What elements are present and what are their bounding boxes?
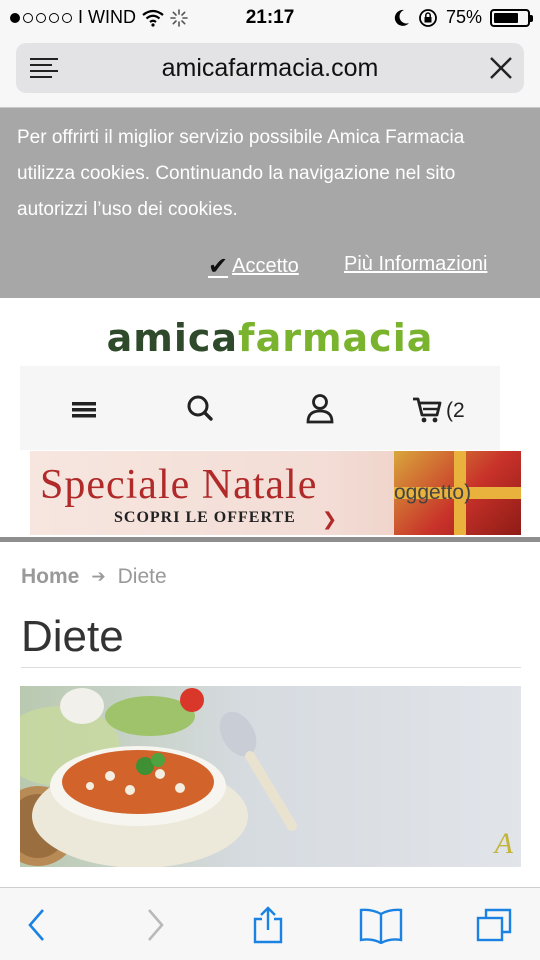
promo-title: Speciale Natale: [40, 462, 318, 508]
status-bar: I WIND 21:17 75%: [0, 0, 540, 36]
site-logo[interactable]: amicafarmacia: [0, 316, 540, 360]
site-nav-bar: (2: [20, 366, 500, 450]
cart-icon[interactable]: [408, 392, 448, 426]
url-text[interactable]: amicafarmacia.com: [16, 54, 524, 83]
breadcrumb-current: Diete: [117, 565, 167, 588]
browser-address-area: amicafarmacia.com: [0, 36, 540, 108]
browser-toolbar: [0, 887, 540, 960]
arrow-right-icon: ➔: [91, 567, 106, 586]
more-info-link[interactable]: Più Informazioni: [344, 253, 487, 276]
cart-count[interactable]: (2: [446, 399, 465, 423]
checkmark-icon: ✔: [208, 253, 229, 280]
logo-part-amica: amica: [106, 316, 239, 360]
breadcrumb: Home ➔ Diete: [21, 565, 167, 589]
cookie-banner: Per offrirti il miglior servizio possibi…: [0, 108, 540, 298]
address-bar[interactable]: amicafarmacia.com: [16, 43, 524, 93]
promo-overlay-text: oggetto): [394, 481, 472, 504]
logo-part-farmacia: farmacia: [238, 316, 434, 360]
promo-banner[interactable]: Speciale Natale SCOPRI LE OFFERTE ❯ ogge…: [30, 451, 521, 535]
chevron-right-icon: ❯: [322, 509, 338, 529]
search-icon[interactable]: [180, 392, 220, 426]
title-divider: [21, 667, 521, 668]
soup-bowl-illustration: [20, 688, 297, 867]
forward-icon[interactable]: [144, 906, 166, 944]
category-hero-image: A: [20, 686, 521, 867]
bookmarks-icon[interactable]: [358, 906, 404, 944]
battery-level: [494, 12, 518, 23]
accept-cookies-link[interactable]: ✔ Accetto: [208, 252, 299, 281]
status-right: 75%: [394, 7, 533, 28]
battery-icon: [490, 8, 533, 27]
breadcrumb-home[interactable]: Home: [21, 565, 79, 589]
cookie-message: Per offrirti il miglior servizio possibi…: [17, 127, 465, 220]
section-divider: [0, 537, 540, 542]
back-icon[interactable]: [26, 906, 48, 944]
share-icon[interactable]: [250, 906, 286, 944]
menu-icon[interactable]: [64, 392, 104, 426]
moon-icon: [394, 9, 409, 26]
rotation-lock-icon: [419, 8, 437, 27]
battery-percent: 75%: [445, 7, 482, 27]
promo-subtitle: SCOPRI LE OFFERTE: [114, 509, 296, 526]
close-icon[interactable]: [488, 55, 514, 81]
tabs-icon[interactable]: [474, 906, 514, 944]
user-account-icon[interactable]: [300, 392, 340, 426]
accept-label: Accetto: [232, 255, 299, 277]
page-title: Diete: [21, 612, 124, 661]
brand-watermark-logo: A: [494, 827, 513, 860]
